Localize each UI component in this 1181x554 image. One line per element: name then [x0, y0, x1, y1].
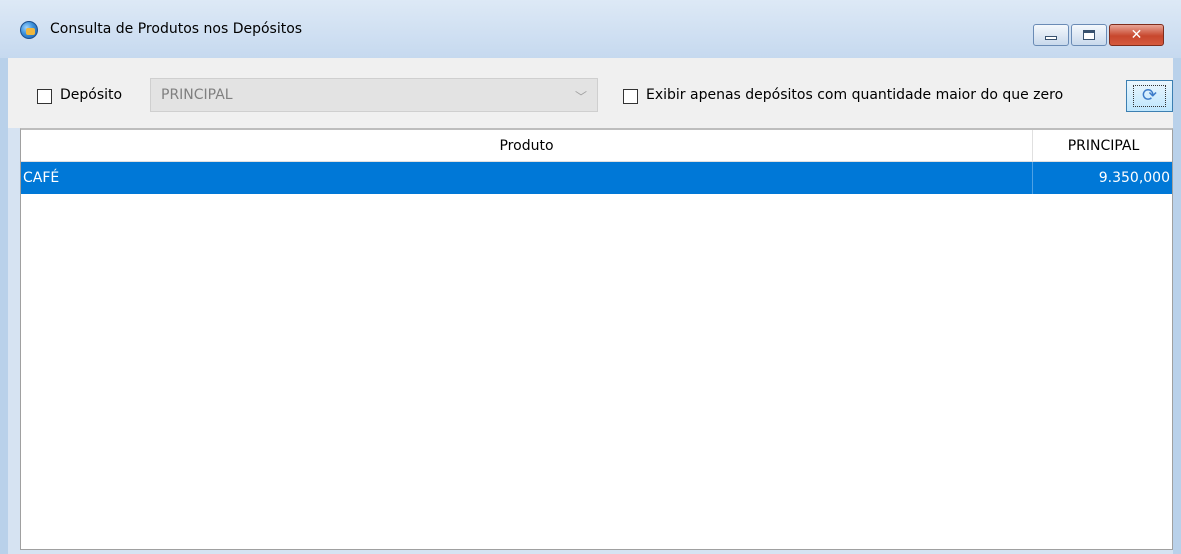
table-row[interactable]: CAFÉ 9.350,000 — [21, 162, 1172, 194]
title-bar[interactable]: Consulta de Produtos nos Depósitos ✕ — [0, 0, 1181, 58]
exibir-label[interactable]: Exibir apenas depósitos com quantidade m… — [646, 87, 1063, 103]
deposito-select-value: PRINCIPAL — [161, 87, 233, 103]
window-title: Consulta de Produtos nos Depósitos — [50, 21, 303, 37]
results-grid[interactable]: Produto PRINCIPAL CAFÉ 9.350,000 — [20, 128, 1173, 550]
cell-principal[interactable]: 9.350,000 — [1033, 162, 1174, 194]
deposito-label[interactable]: Depósito — [60, 87, 122, 103]
refresh-button[interactable]: ⟳ — [1126, 80, 1173, 112]
close-button[interactable]: ✕ — [1109, 24, 1164, 46]
app-icon — [20, 21, 38, 39]
column-header-produto[interactable]: Produto — [21, 130, 1033, 162]
deposito-select: PRINCIPAL ﹀ — [150, 78, 598, 112]
exibir-checkbox[interactable] — [623, 89, 638, 104]
column-header-principal[interactable]: PRINCIPAL — [1033, 130, 1174, 162]
minimize-button[interactable] — [1033, 24, 1069, 46]
maximize-button[interactable] — [1071, 24, 1107, 46]
minimize-icon — [1045, 36, 1057, 40]
maximize-icon — [1083, 30, 1095, 40]
deposito-checkbox[interactable] — [37, 89, 52, 104]
close-icon: ✕ — [1130, 27, 1143, 43]
filter-toolbar: Depósito PRINCIPAL ﹀ Exibir apenas depós… — [8, 58, 1173, 128]
refresh-button-focus: ⟳ — [1133, 85, 1166, 107]
cell-produto[interactable]: CAFÉ — [21, 162, 1033, 194]
main-window: Consulta de Produtos nos Depósitos ✕ Dep… — [0, 0, 1181, 554]
refresh-icon: ⟳ — [1141, 85, 1158, 106]
chevron-down-icon: ﹀ — [574, 90, 587, 104]
grid-header: Produto PRINCIPAL — [21, 130, 1172, 162]
